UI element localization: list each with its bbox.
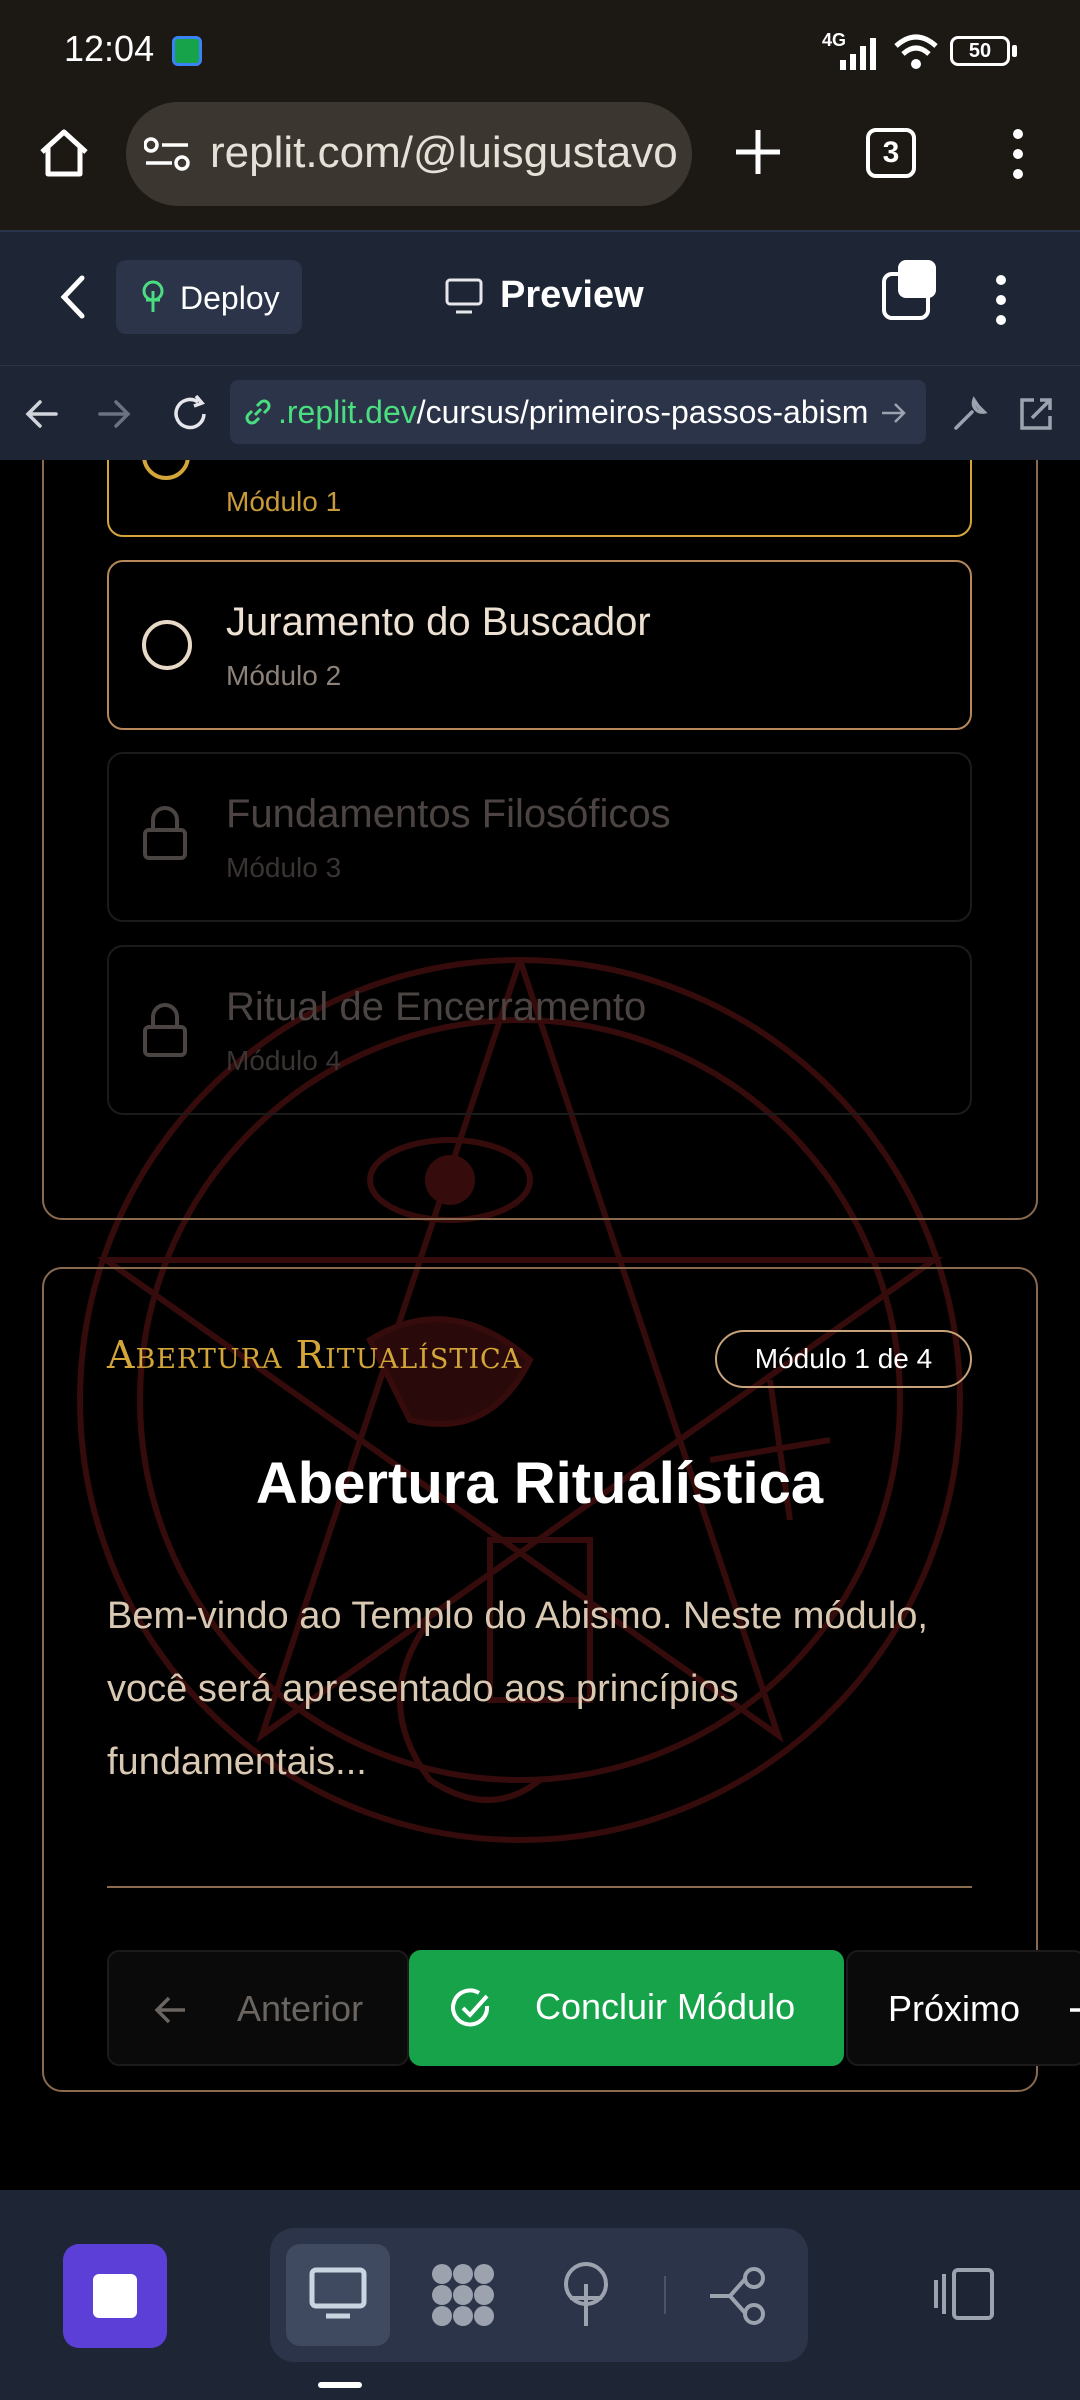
check-circle-icon: [451, 1988, 490, 2027]
url-domain: .replit.dev: [278, 394, 417, 430]
battery-icon: 50: [950, 36, 1010, 66]
tab-switcher-button[interactable]: 3: [866, 128, 916, 178]
module-item-3: Fundamentos Filosóficos Módulo 3: [107, 752, 972, 922]
forward-arrow-icon[interactable]: [96, 396, 132, 432]
module-number: Módulo 4: [226, 1045, 342, 1076]
status-time: 12:04: [64, 28, 155, 69]
module-number: Módulo 1: [226, 486, 342, 517]
module-item-2[interactable]: Juramento do Buscador Módulo 2: [107, 560, 972, 730]
back-chevron-icon[interactable]: [58, 274, 88, 320]
tab-count: 3: [882, 136, 900, 169]
module-title: Fundamentos Filosóficos: [226, 792, 671, 836]
git-branch-icon[interactable]: [708, 2266, 768, 2326]
status-bar: 12:04 4G 50: [0, 0, 1080, 100]
deploy-icon: [142, 280, 164, 312]
stop-button[interactable]: [63, 2244, 167, 2348]
module-title: Juramento do Buscador: [226, 600, 651, 644]
address-bar[interactable]: replit.com/@luisgustavo: [126, 102, 692, 206]
module-progress-badge: Módulo 1 de 4: [715, 1330, 972, 1388]
complete-module-button[interactable]: Concluir Módulo: [409, 1950, 844, 2066]
wifi-icon: [894, 34, 938, 69]
arrow-right-icon: [1070, 2008, 1080, 2012]
app-notification-icon: [172, 36, 202, 66]
module-status-icon: [142, 460, 190, 480]
previous-label: Anterior: [237, 1988, 364, 2029]
battery-level: 50: [968, 40, 992, 62]
stop-icon: [93, 2274, 137, 2318]
tabs-overview-front: [898, 260, 936, 298]
new-tab-icon[interactable]: [732, 126, 784, 178]
reload-icon[interactable]: [170, 394, 210, 434]
deploy-button[interactable]: Deploy: [116, 260, 302, 334]
lesson-kicker: Abertura Ritualística: [107, 1333, 523, 1377]
webview-url-field[interactable]: .replit.dev/cursus/primeiros-passos-abis…: [230, 380, 926, 444]
page-content: Módulo 1 Juramento do Buscador Módulo 2 …: [0, 460, 1080, 2190]
lesson-divider: [107, 1886, 972, 1888]
site-settings-icon[interactable]: [144, 136, 190, 172]
battery-tip: [1012, 45, 1017, 57]
replit-bottom-bar: [0, 2190, 1080, 2400]
replit-header: Deploy Preview: [0, 230, 1080, 365]
module-status-icon: [142, 620, 192, 670]
module-number: Módulo 3: [226, 852, 342, 883]
url-go-arrow-icon[interactable]: [880, 400, 908, 426]
module-item-4: Ritual de Encerramento Módulo 4: [107, 945, 972, 1115]
open-external-icon[interactable]: [1016, 394, 1056, 434]
browser-menu-icon[interactable]: [1002, 126, 1034, 182]
tool-divider: [664, 2276, 666, 2314]
module-number: Módulo 2: [226, 660, 342, 691]
module-item-1[interactable]: Módulo 1: [107, 460, 972, 537]
url-path: /cursus/primeiros-passos-abism: [416, 394, 869, 430]
complete-label: Concluir Módulo: [535, 1986, 796, 2027]
workflow-grid-icon[interactable]: [430, 2262, 496, 2328]
monitor-icon: [309, 2267, 367, 2319]
back-arrow-icon[interactable]: [24, 396, 60, 432]
home-indicator: [318, 2382, 362, 2388]
home-icon[interactable]: [36, 124, 92, 180]
preview-tool-button[interactable]: [286, 2244, 390, 2346]
lesson-body: Bem-vindo ao Templo do Abismo. Neste mód…: [107, 1595, 928, 1783]
deploy-label: Deploy: [180, 280, 280, 316]
webview-toolbar: .replit.dev/cursus/primeiros-passos-abis…: [0, 365, 1080, 460]
preview-monitor-icon: [445, 278, 483, 314]
link-icon: [245, 399, 271, 425]
replit-menu-icon[interactable]: [986, 272, 1016, 328]
arrow-left-icon: [154, 1996, 185, 2024]
url-text: replit.com/@luisgustavo: [210, 128, 678, 177]
deploy-tool-icon[interactable]: [560, 2260, 612, 2328]
lesson-title: Abertura Ritualística: [255, 1451, 824, 1516]
tool-switcher: [270, 2228, 808, 2362]
signal-icon: [840, 38, 876, 70]
browser-toolbar: replit.com/@luisgustavo 3: [0, 100, 1080, 230]
next-label: Próximo: [888, 1988, 1021, 2029]
panel-layout-icon[interactable]: [934, 2266, 996, 2322]
previous-button[interactable]: Anterior: [107, 1950, 409, 2066]
next-button[interactable]: Próximo: [846, 1950, 1080, 2066]
lock-icon: [143, 1003, 187, 1057]
lock-icon: [143, 806, 187, 860]
wrench-icon[interactable]: [950, 394, 990, 434]
webview-url: .replit.dev/cursus/primeiros-passos-abis…: [278, 394, 893, 431]
module-title: Ritual de Encerramento: [226, 985, 647, 1029]
preview-title: Preview: [500, 274, 644, 316]
